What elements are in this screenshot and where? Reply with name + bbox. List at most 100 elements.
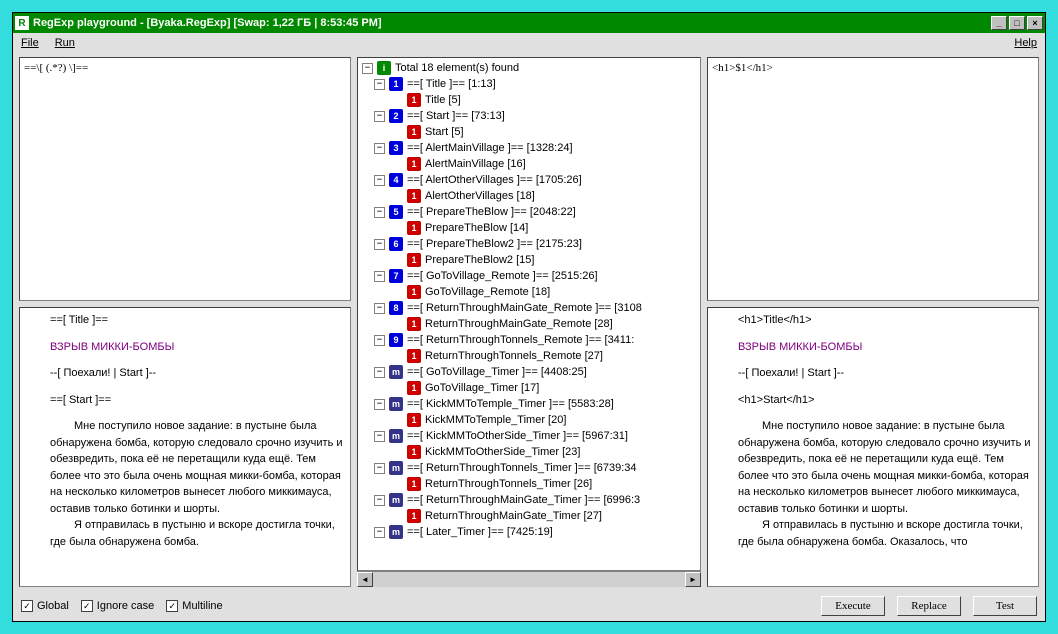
expander-icon[interactable]: −	[374, 495, 385, 506]
node-badge-icon: 9	[389, 333, 403, 347]
node-badge-icon: m	[389, 493, 403, 507]
tree-row[interactable]: 1Start [5]	[360, 124, 698, 140]
tree-row[interactable]: 1GoToVillage_Remote [18]	[360, 284, 698, 300]
tree-row[interactable]: −9 ==[ ReturnThroughTonnels_Remote ]== [3…	[360, 332, 698, 348]
tree-row[interactable]: 1ReturnThroughMainGate_Remote [28]	[360, 316, 698, 332]
node-badge-icon: 1	[407, 93, 421, 107]
tree-label: AlertMainVillage [16]	[425, 158, 526, 170]
source-line: ==[ Start ]==	[50, 392, 344, 409]
scroll-track[interactable]	[373, 572, 685, 587]
tree-label: ReturnThroughMainGate_Timer [27]	[425, 510, 602, 522]
tree-row[interactable]: −3==[ AlertMainVillage ]== [1328:24]	[360, 140, 698, 156]
node-badge-icon: 1	[407, 125, 421, 139]
menu-run[interactable]: Run	[55, 37, 75, 49]
expander-icon[interactable]: −	[374, 111, 385, 122]
tree-row[interactable]: −5==[ PrepareTheBlow ]== [2048:22]	[360, 204, 698, 220]
expander-icon[interactable]: −	[374, 335, 385, 346]
tree-row[interactable]: 1KickMMToTemple_Timer [20]	[360, 412, 698, 428]
menubar: File Run Help	[13, 33, 1045, 53]
scroll-right-button[interactable]: ►	[685, 572, 701, 587]
node-badge-icon: 1	[407, 221, 421, 235]
expander-icon[interactable]: −	[374, 463, 385, 474]
tree-row[interactable]: −iTotal 18 element(s) found	[360, 60, 698, 76]
tree-row[interactable]: −7==[ GoToVillage_Remote ]== [2515:26]	[360, 268, 698, 284]
window-title: RegExp playground - [Byaka.RegExp] [Swap…	[33, 17, 991, 29]
regex-input[interactable]: ==\[ (.*?) \]==	[19, 57, 351, 301]
tree-row[interactable]: 1 ReturnThroughMainGate_Timer [27]	[360, 508, 698, 524]
global-checkbox[interactable]: ✓Global	[21, 600, 69, 612]
expander-icon[interactable]: −	[374, 303, 385, 314]
expander-icon[interactable]: −	[374, 399, 385, 410]
checkbox-label: Global	[37, 600, 69, 612]
tree-row[interactable]: −2==[ Start ]== [73:13]	[360, 108, 698, 124]
tree-row[interactable]: −m==[ Later_Timer ]== [7425:19]	[360, 524, 698, 540]
menu-help[interactable]: Help	[1014, 37, 1037, 49]
tree-row[interactable]: −6==[ PrepareTheBlow2 ]== [2175:23]	[360, 236, 698, 252]
expander-icon[interactable]: −	[374, 271, 385, 282]
test-button[interactable]: Test	[973, 596, 1037, 616]
tree-row[interactable]: 1KickMMToOtherSide_Timer [23]	[360, 444, 698, 460]
tree-row[interactable]: −4==[ AlertOtherVillages ]== [1705:26]	[360, 172, 698, 188]
node-badge-icon: 4	[389, 173, 403, 187]
tree-label: ==[ PrepareTheBlow2 ]== [2175:23]	[407, 238, 582, 250]
expander-icon[interactable]: −	[374, 527, 385, 538]
close-button[interactable]: ×	[1027, 16, 1043, 30]
result-panel[interactable]: <h1>Title</h1> ВЗРЫВ МИККИ-БОМБЫ --[ Пое…	[707, 307, 1039, 587]
menu-file[interactable]: File	[21, 37, 39, 49]
app-icon: R	[15, 16, 29, 30]
node-badge-icon: 1	[407, 349, 421, 363]
expander-icon[interactable]: −	[374, 367, 385, 378]
check-icon: ✓	[166, 600, 178, 612]
tree-label: ==[ ReturnThroughMainGate_Timer ]== [699…	[407, 494, 640, 506]
replace-button[interactable]: Replace	[897, 596, 961, 616]
tree-row[interactable]: 1PrepareTheBlow2 [15]	[360, 252, 698, 268]
scroll-left-button[interactable]: ◄	[357, 572, 373, 587]
tree-label: ==[ ReturnThroughMainGate_Remote ]== [31…	[407, 302, 642, 314]
checkbox-label: Multiline	[182, 600, 222, 612]
expander-icon[interactable]: −	[374, 143, 385, 154]
result-line: <h1>Title</h1>	[738, 312, 1032, 329]
tree-label: ==[ ReturnThroughTonnels_Remote ]== [341…	[407, 334, 634, 346]
tree-row[interactable]: 1Title [5]	[360, 92, 698, 108]
horizontal-scrollbar[interactable]: ◄ ►	[357, 571, 701, 587]
tree-row[interactable]: −m ==[ ReturnThroughMainGate_Timer ]== [6…	[360, 492, 698, 508]
replace-text: <h1>$1</h1>	[712, 62, 773, 74]
maximize-button[interactable]: □	[1009, 16, 1025, 30]
tree-row[interactable]: 1AlertOtherVillages [18]	[360, 188, 698, 204]
expander-icon[interactable]: −	[374, 239, 385, 250]
source-panel[interactable]: ==[ Title ]== ВЗРЫВ МИККИ-БОМБЫ --[ Поех…	[19, 307, 351, 587]
tree-row[interactable]: 1ReturnThroughTonnels_Remote [27]	[360, 348, 698, 364]
node-badge-icon: 1	[407, 509, 421, 523]
execute-button[interactable]: Execute	[821, 596, 885, 616]
node-badge-icon: m	[389, 397, 403, 411]
tree-label: ReturnThroughMainGate_Remote [28]	[425, 318, 613, 330]
tree-label: ==[ GoToVillage_Timer ]== [4408:25]	[407, 366, 587, 378]
expander-icon[interactable]: −	[362, 63, 373, 74]
tree-row[interactable]: 1PrepareTheBlow [14]	[360, 220, 698, 236]
tree-row[interactable]: 1 GoToVillage_Timer [17]	[360, 380, 698, 396]
tree-row[interactable]: −8==[ ReturnThroughMainGate_Remote ]== […	[360, 300, 698, 316]
tree-row[interactable]: −m==[ ReturnThroughTonnels_Timer ]== [67…	[360, 460, 698, 476]
tree-row[interactable]: −m==[ GoToVillage_Timer ]== [4408:25]	[360, 364, 698, 380]
tree-row[interactable]: 1ReturnThroughTonnels_Timer [26]	[360, 476, 698, 492]
expander-icon[interactable]: −	[374, 431, 385, 442]
match-tree[interactable]: −iTotal 18 element(s) found−1==[ Title ]…	[357, 57, 701, 571]
tree-row[interactable]: −1==[ Title ]== [1:13]	[360, 76, 698, 92]
tree-label: KickMMToTemple_Timer [20]	[425, 414, 566, 426]
minimize-button[interactable]: _	[991, 16, 1007, 30]
tree-row[interactable]: 1AlertMainVillage [16]	[360, 156, 698, 172]
node-badge-icon: 2	[389, 109, 403, 123]
tree-row[interactable]: −m==[ KickMMToOtherSide_Timer ]== [5967:…	[360, 428, 698, 444]
expander-icon[interactable]: −	[374, 175, 385, 186]
tree-label: Total 18 element(s) found	[395, 62, 519, 74]
tree-label: GoToVillage_Timer [17]	[425, 382, 539, 394]
expander-icon[interactable]: −	[374, 79, 385, 90]
multiline-checkbox[interactable]: ✓ Multiline	[166, 600, 222, 612]
replace-input[interactable]: <h1>$1</h1>	[707, 57, 1039, 301]
tree-row[interactable]: −m==[ KickMMToTemple_Timer ]== [5583:28]	[360, 396, 698, 412]
ignorecase-checkbox[interactable]: ✓Ignore case	[81, 600, 154, 612]
source-line: ВЗРЫВ МИККИ-БОМБЫ	[50, 339, 344, 356]
expander-icon[interactable]: −	[374, 207, 385, 218]
tree-label: PrepareTheBlow2 [15]	[425, 254, 534, 266]
node-badge-icon: 1	[407, 381, 421, 395]
